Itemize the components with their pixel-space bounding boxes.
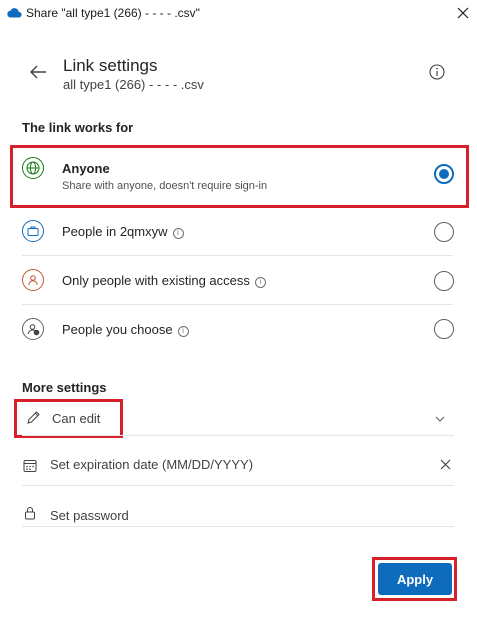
option-people-you-choose[interactable]: People you choose i: [12, 305, 468, 353]
expiration-date-field[interactable]: Set expiration date (MM/DD/YYYY): [22, 448, 454, 482]
divider: [22, 435, 454, 436]
calendar-icon: [23, 460, 37, 472]
highlight-box-anyone: [10, 145, 469, 208]
expiration-date-placeholder: Set expiration date (MM/DD/YYYY): [50, 457, 254, 472]
page-title: Link settings: [63, 56, 158, 75]
more-settings-heading: More settings: [22, 380, 107, 395]
highlight-box-can-edit: [14, 399, 123, 438]
close-icon[interactable]: [455, 5, 471, 21]
link-works-for-heading: The link works for: [22, 120, 134, 135]
briefcase-icon: [22, 220, 44, 242]
back-arrow-icon[interactable]: [28, 62, 48, 82]
radio-people-in-org[interactable]: [434, 222, 454, 242]
info-icon[interactable]: i: [172, 228, 184, 239]
divider: [22, 485, 454, 486]
chevron-down-icon: [435, 416, 445, 422]
lock-icon: [25, 507, 35, 520]
password-placeholder: Set password: [50, 508, 129, 523]
option-people-in-org[interactable]: People in 2qmxyw i: [12, 208, 468, 256]
divider: [22, 526, 454, 527]
window-title: Share "all type1 (266) - - - - .csv": [26, 6, 200, 20]
info-icon[interactable]: [429, 64, 445, 80]
onedrive-cloud-icon: [7, 8, 22, 18]
person-icon: [22, 269, 44, 291]
option-label: People you choose i: [62, 322, 189, 337]
radio-people-you-choose[interactable]: [434, 319, 454, 339]
option-existing-access[interactable]: Only people with existing access i: [12, 256, 468, 305]
option-label: Only people with existing access i: [62, 273, 266, 288]
info-icon[interactable]: i: [254, 277, 266, 288]
radio-existing-access[interactable]: [434, 271, 454, 291]
info-icon[interactable]: i: [177, 326, 189, 337]
person-lock-icon: [22, 318, 44, 340]
password-field[interactable]: Set password: [22, 498, 454, 528]
option-label: People in 2qmxyw i: [62, 224, 184, 239]
file-name: all type1 (266) - - - - .csv: [63, 77, 204, 92]
clear-icon[interactable]: [439, 458, 452, 471]
highlight-box-apply: [372, 557, 457, 601]
